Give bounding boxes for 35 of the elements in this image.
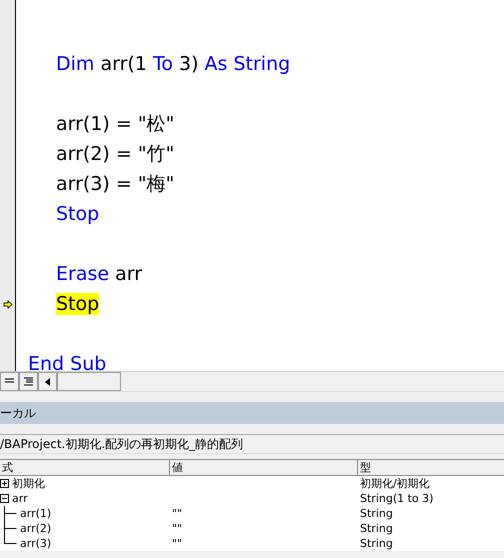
locals-window-title: ーカル: [0, 402, 504, 424]
code-line: arr(3) = "梅": [55, 172, 176, 197]
expression-text: arr: [12, 491, 28, 506]
type-text: String: [360, 537, 393, 550]
value-text: "": [172, 537, 182, 550]
expression-text: arr(2): [20, 521, 52, 536]
type-text: 初期化/初期化: [360, 477, 430, 490]
column-header[interactable]: 型: [358, 460, 504, 475]
triangle-left-icon: [45, 378, 50, 386]
module-view-button[interactable]: [19, 372, 38, 391]
expand-icon[interactable]: [0, 479, 9, 488]
expression-text: 初期化: [12, 476, 45, 491]
type-text: String: [360, 507, 393, 520]
value-text: "": [172, 522, 182, 535]
procedure-view-button[interactable]: [0, 372, 19, 391]
type-text: String(1 to 3): [360, 492, 434, 505]
column-header[interactable]: 値: [170, 460, 358, 475]
lines-icon: [5, 378, 14, 385]
scroll-left-button[interactable]: [38, 372, 57, 391]
code-line: arr(2) = "竹": [55, 142, 176, 167]
context-field: /BAProject.初期化.配列の再初期化_静的配列: [0, 434, 504, 454]
code-line: Erase arr: [55, 262, 144, 287]
scrollbar-thumb[interactable]: [57, 372, 121, 391]
expression-text: arr(1): [20, 506, 52, 521]
type-text: String: [360, 522, 393, 535]
value-text: "": [172, 507, 182, 520]
code-line: arr(1) = "松": [55, 112, 176, 137]
collapse-icon[interactable]: [0, 494, 9, 503]
code-line: Stop: [55, 202, 100, 227]
code-line: Dim arr(1 To 3) As String: [55, 52, 290, 77]
code-line: End Sub: [28, 352, 108, 377]
lines-icon: [24, 377, 33, 386]
expression-text: arr(3): [20, 536, 52, 551]
tree-line-icon: [4, 506, 17, 521]
column-header[interactable]: 式: [0, 460, 170, 475]
